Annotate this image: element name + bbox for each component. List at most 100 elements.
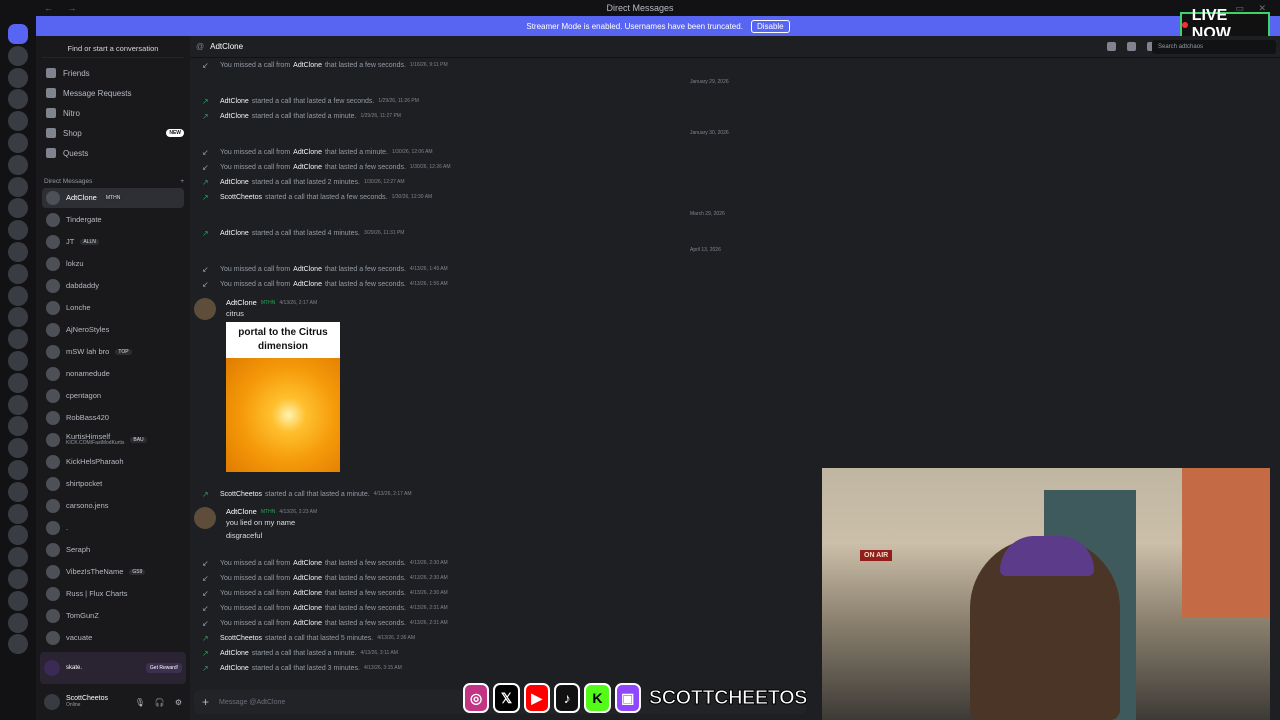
call-user-name[interactable]: ScottCheetos xyxy=(220,491,262,498)
call-user-name[interactable]: AdtClone xyxy=(220,113,249,120)
search-input[interactable]: Search adtchaos xyxy=(1152,40,1276,54)
dm-item[interactable]: vacuate xyxy=(42,628,184,648)
dm-item[interactable]: JT ALLN xyxy=(42,232,184,252)
history-nav-icons[interactable]: ← → xyxy=(44,3,83,13)
nav-item-friends[interactable]: Friends xyxy=(42,64,184,82)
call-user-name[interactable]: AdtClone xyxy=(293,605,322,612)
call-timestamp: 1/30/26, 12:06 AM xyxy=(392,149,433,155)
server-icon[interactable] xyxy=(8,372,28,393)
dm-item[interactable]: AjNeroStyles xyxy=(42,320,184,340)
server-icon[interactable] xyxy=(8,416,28,437)
video-call-icon[interactable] xyxy=(1127,42,1136,51)
voice-call-icon[interactable] xyxy=(1107,42,1116,51)
call-user-name[interactable]: AdtClone xyxy=(293,164,322,171)
nav-item-nitro[interactable]: Nitro xyxy=(42,104,184,122)
dm-item[interactable]: TomGunZ xyxy=(42,606,184,626)
call-user-name[interactable]: AdtClone xyxy=(293,575,322,582)
dm-item[interactable]: nonamedude xyxy=(42,364,184,384)
server-icon[interactable] xyxy=(8,242,28,262)
headphones-icon[interactable]: 🎧 xyxy=(155,698,165,707)
dm-item[interactable]: Lonche xyxy=(42,298,184,318)
server-icon[interactable] xyxy=(8,154,28,175)
dm-item[interactable]: Seraph xyxy=(42,540,184,560)
server-icon[interactable] xyxy=(8,329,28,350)
dm-item[interactable]: AdtClone MTHN xyxy=(42,188,184,208)
call-user-name[interactable]: AdtClone xyxy=(293,266,322,273)
server-icon[interactable] xyxy=(8,525,28,546)
server-icon[interactable] xyxy=(8,89,28,110)
server-icon[interactable] xyxy=(8,590,28,611)
server-icon[interactable] xyxy=(8,285,28,306)
dm-item[interactable]: Russ | Flux Charts xyxy=(42,584,184,604)
server-icon[interactable] xyxy=(8,569,28,589)
dm-item[interactable]: shirtpocket xyxy=(42,474,184,494)
user-avatar[interactable] xyxy=(44,694,60,710)
server-icon[interactable] xyxy=(8,67,28,88)
settings-gear-icon[interactable]: ⚙ xyxy=(175,698,182,707)
message-author[interactable]: AdtClone xyxy=(226,507,257,516)
create-dm-icon[interactable]: + xyxy=(180,178,184,185)
call-log-row: ↙ You missed a call from AdtClone that last… xyxy=(202,587,448,599)
avatar[interactable] xyxy=(194,507,216,529)
discord-home-icon[interactable] xyxy=(8,24,28,44)
dm-item[interactable]: mSW lah bro TOP xyxy=(42,342,184,362)
image-attachment[interactable]: portal to the Citrus dimension xyxy=(226,322,340,472)
get-reward-button[interactable]: Get Reward! xyxy=(145,663,182,673)
call-user-name[interactable]: AdtClone xyxy=(293,620,322,627)
disable-streamer-button[interactable]: Disable xyxy=(750,19,790,33)
dm-item[interactable]: VibezIsTheName GS9 xyxy=(42,562,184,582)
call-user-name[interactable]: AdtClone xyxy=(220,665,249,672)
dm-item[interactable]: carsono.jens xyxy=(42,496,184,516)
server-icon[interactable] xyxy=(8,481,28,502)
server-icon[interactable] xyxy=(8,176,28,197)
call-user-name[interactable]: AdtClone xyxy=(220,98,249,105)
nav-item-quests[interactable]: Quests xyxy=(42,144,184,162)
call-user-name[interactable]: AdtClone xyxy=(293,149,322,156)
call-user-name[interactable]: AdtClone xyxy=(293,62,322,69)
dm-item[interactable]: . xyxy=(42,518,184,538)
server-icon[interactable] xyxy=(8,198,28,219)
message-text: you lied on my name xyxy=(226,518,296,527)
nav-item-shop[interactable]: Shop NEW xyxy=(42,124,184,142)
call-timestamp: 4/13/26, 2:17 AM xyxy=(373,491,412,497)
server-icon[interactable] xyxy=(8,45,28,66)
server-icon[interactable] xyxy=(8,612,28,633)
server-icon[interactable] xyxy=(8,547,28,568)
dm-item[interactable]: dabdaddy xyxy=(42,276,184,296)
dm-item[interactable]: KurtisHimself KICK.COM/FastModKurtis BAU xyxy=(42,430,184,450)
dm-item[interactable]: RobBass420 xyxy=(42,408,184,428)
dm-item[interactable]: KickHelsPharaoh xyxy=(42,452,184,472)
server-icon[interactable] xyxy=(8,394,28,415)
server-icon[interactable] xyxy=(8,263,28,284)
server-icon[interactable] xyxy=(8,438,28,459)
nav-item-message-requests[interactable]: Message Requests xyxy=(42,84,184,102)
call-user-name[interactable]: AdtClone xyxy=(220,230,249,237)
server-icon[interactable] xyxy=(8,351,28,371)
call-user-name[interactable]: AdtClone xyxy=(293,560,322,567)
call-user-name[interactable]: ScottCheetos xyxy=(220,194,262,201)
message-text: citrus xyxy=(226,309,244,318)
dm-item[interactable]: cpentagon xyxy=(42,386,184,406)
call-text-suffix: that lasted a few seconds. xyxy=(324,604,406,612)
dm-item[interactable]: lokzu xyxy=(42,254,184,274)
dm-item[interactable]: Tindergate xyxy=(42,210,184,230)
avatar[interactable] xyxy=(194,298,216,320)
message-author[interactable]: AdtClone xyxy=(226,298,257,307)
call-log-row: ↙ You missed a call from AdtClone that last… xyxy=(202,278,448,290)
server-icon[interactable] xyxy=(8,460,28,480)
attach-plus-icon[interactable]: + xyxy=(202,695,209,709)
server-icon[interactable] xyxy=(8,111,28,132)
find-conversation-button[interactable]: Find or start a conversation xyxy=(42,40,184,58)
server-icon[interactable] xyxy=(8,307,28,328)
microphone-icon[interactable]: 🎙 xyxy=(135,698,145,707)
server-icon[interactable] xyxy=(8,634,28,655)
call-user-name[interactable]: AdtClone xyxy=(293,590,322,597)
call-user-name[interactable]: AdtClone xyxy=(220,650,249,657)
call-user-name[interactable]: AdtClone xyxy=(220,179,249,186)
server-icon[interactable] xyxy=(8,503,28,524)
call-user-name[interactable]: ScottCheetos xyxy=(220,635,262,642)
promo-banner[interactable]: skate. Get Reward! xyxy=(40,652,186,684)
server-icon[interactable] xyxy=(8,133,28,153)
server-icon[interactable] xyxy=(8,220,28,241)
call-user-name[interactable]: AdtClone xyxy=(293,281,322,288)
